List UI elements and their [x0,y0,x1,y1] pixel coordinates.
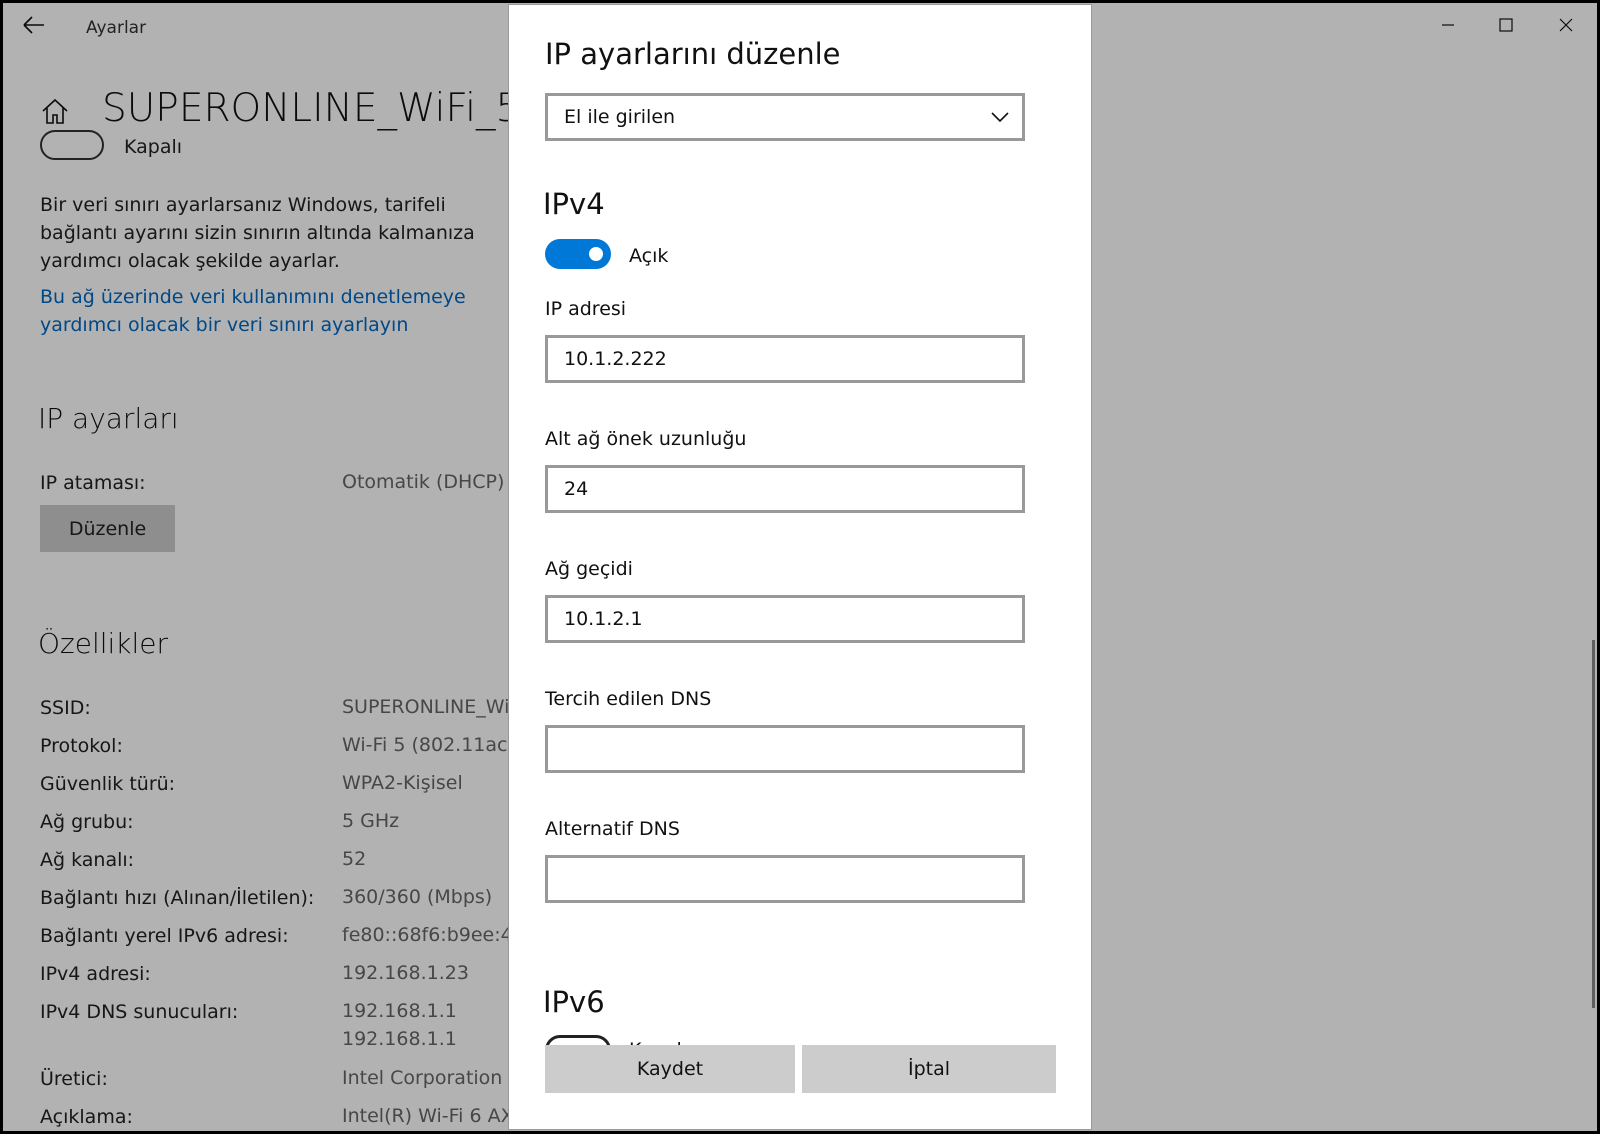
toggle-knob [589,247,603,261]
edit-ip-dialog: IP ayarlarını düzenle El ile girilen IPv… [508,4,1092,1130]
gateway-label: Ağ geçidi [545,558,633,580]
dialog-title: IP ayarlarını düzenle [545,37,841,71]
alternate-dns-input[interactable] [545,855,1025,903]
chevron-down-icon [991,112,1009,123]
gateway-input[interactable] [545,595,1025,643]
preferred-dns-input[interactable] [545,725,1025,773]
ipv4-heading: IPv4 [543,187,605,221]
ipv4-toggle[interactable] [545,239,611,269]
save-button[interactable]: Kaydet [545,1045,795,1093]
ipv4-toggle-label: Açık [629,245,669,267]
subnet-prefix-input[interactable] [545,465,1025,513]
ip-address-input[interactable] [545,335,1025,383]
ip-mode-selected: El ile girilen [564,106,676,128]
preferred-dns-label: Tercih edilen DNS [545,688,712,710]
cancel-button[interactable]: İptal [802,1045,1056,1093]
subnet-prefix-label: Alt ağ önek uzunluğu [545,428,747,450]
ip-address-label: IP adresi [545,298,627,320]
ipv6-heading: IPv6 [543,985,605,1019]
ip-mode-dropdown[interactable]: El ile girilen [545,93,1025,141]
alternate-dns-label: Alternatif DNS [545,818,680,840]
